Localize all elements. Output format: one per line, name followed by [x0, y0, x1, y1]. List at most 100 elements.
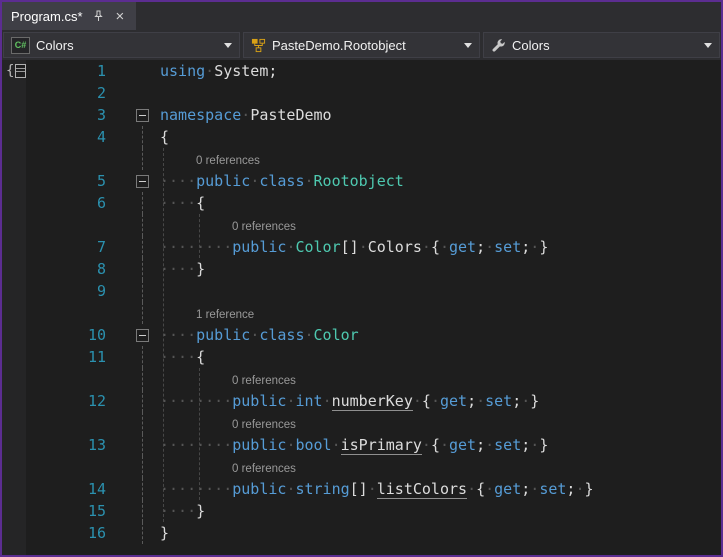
code-token: PasteDemo	[250, 106, 332, 124]
code-token: ·	[304, 172, 314, 190]
csharp-project-icon: C#	[11, 36, 30, 54]
glyph-margin-cell[interactable]	[2, 258, 26, 280]
code-content: 0 references	[154, 368, 721, 390]
code-line[interactable]: 14 ········public·string[]·listColors·{·g…	[2, 478, 721, 500]
glyph-margin-cell[interactable]	[2, 478, 26, 500]
code-token: ·	[530, 480, 540, 498]
code-token: public	[232, 436, 287, 454]
type-dropdown-label: PasteDemo.Rootobject	[272, 37, 406, 53]
codelens-row[interactable]: 0 references	[2, 412, 721, 434]
glyph-margin-cell[interactable]	[2, 104, 26, 126]
project-dropdown[interactable]: C# Colors	[3, 32, 240, 58]
codelens-link[interactable]: 0 references	[232, 419, 296, 431]
codelens-row[interactable]: 0 references	[2, 214, 721, 236]
code-token: ·	[331, 436, 341, 454]
code-line[interactable]: 13 ········public·bool·isPrimary·{·get;·s…	[2, 434, 721, 456]
code-token: public	[196, 172, 251, 190]
member-dropdown[interactable]: Colors	[483, 32, 720, 58]
codelens-link[interactable]: 1 reference	[196, 309, 254, 321]
glyph-margin-cell[interactable]	[2, 126, 26, 148]
line-number: 8	[96, 260, 106, 278]
code-line[interactable]: 15 ····}	[2, 500, 721, 522]
code-line[interactable]: 10 ····public·class·Color	[2, 324, 721, 346]
glyph-margin-cell[interactable]	[2, 324, 26, 346]
code-token: class	[259, 172, 305, 190]
glyph-margin-cell[interactable]	[2, 280, 26, 302]
glyph-margin-cell[interactable]	[2, 148, 26, 170]
fold-collapse-button[interactable]	[136, 328, 149, 342]
close-icon[interactable]: ×	[114, 9, 127, 24]
code-token: ····	[160, 502, 197, 520]
braces-document-icon[interactable]: {	[6, 63, 27, 79]
glyph-margin-cell[interactable]	[2, 390, 26, 412]
code-line[interactable]: 12 ········public·int·numberKey·{·get;·se…	[2, 390, 721, 412]
code-token: []	[349, 480, 368, 498]
line-number: 16	[87, 524, 106, 542]
code-content: ········public·bool·isPrimary·{·get;·set…	[154, 434, 721, 456]
codelens-row[interactable]: 0 references	[2, 368, 721, 390]
glyph-margin-cell[interactable]	[2, 456, 26, 478]
glyph-margin-cell[interactable]	[2, 412, 26, 434]
code-token: ·	[439, 238, 449, 256]
glyph-margin-cell[interactable]	[2, 434, 26, 456]
code-line[interactable]: 7 ········public·Color[]·Colors·{·get;·se…	[2, 236, 721, 258]
chevron-down-icon[interactable]	[224, 42, 232, 48]
visual-studio-window: Program.cs* × C# Colors PasteDemo.Rootob…	[0, 0, 723, 557]
fold-gutter-cell	[110, 126, 154, 148]
codelens-row[interactable]: 0 references	[2, 148, 721, 170]
type-dropdown[interactable]: PasteDemo.Rootobject	[243, 32, 480, 58]
code-content: 0 references	[154, 412, 721, 434]
code-line[interactable]: 1 using·System;	[2, 60, 721, 82]
fold-gutter-cell	[110, 82, 154, 104]
codelens-link[interactable]: 0 references	[232, 375, 296, 387]
code-line[interactable]: 11 ····{	[2, 346, 721, 368]
code-line[interactable]: 8 ····}	[2, 258, 721, 280]
glyph-margin-cell[interactable]	[2, 346, 26, 368]
fold-collapse-button[interactable]	[136, 174, 149, 188]
code-line[interactable]: 5 ····public·class·Rootobject	[2, 170, 721, 192]
chevron-down-icon[interactable]	[704, 42, 712, 48]
code-token: ;	[521, 480, 531, 498]
code-token: }	[539, 238, 549, 256]
code-token: get	[494, 480, 522, 498]
fold-collapse-button[interactable]	[136, 108, 149, 122]
code-token: ·	[367, 480, 377, 498]
code-token: ·	[530, 238, 540, 256]
glyph-margin-cell[interactable]	[2, 368, 26, 390]
code-token: {	[196, 194, 206, 212]
code-content: ····{	[154, 192, 721, 214]
glyph-margin-cell[interactable]	[2, 82, 26, 104]
code-token: ·	[322, 392, 332, 410]
code-line[interactable]: 9	[2, 280, 721, 302]
code-line[interactable]: 16}	[2, 522, 721, 544]
pin-icon[interactable]	[93, 10, 104, 22]
glyph-margin-cell[interactable]	[2, 522, 26, 544]
tab-program-cs[interactable]: Program.cs* ×	[2, 2, 137, 30]
fold-gutter-cell	[110, 302, 154, 324]
glyph-margin-cell[interactable]	[2, 192, 26, 214]
glyph-margin-cell[interactable]	[2, 214, 26, 236]
code-token: {	[430, 436, 440, 454]
code-content: ····{	[154, 346, 721, 368]
code-editor[interactable]: { 1 using·System; 2 3 namespace·PasteDemo 4{ 0…	[2, 60, 721, 555]
code-line[interactable]: 3 namespace·PasteDemo	[2, 104, 721, 126]
codelens-row[interactable]: 1 reference	[2, 302, 721, 324]
glyph-margin-cell[interactable]	[2, 500, 26, 522]
code-line[interactable]: 6 ····{	[2, 192, 721, 214]
codelens-link[interactable]: 0 references	[232, 463, 296, 475]
code-line[interactable]: 2	[2, 82, 721, 104]
code-line[interactable]: 4{	[2, 126, 721, 148]
codelens-link[interactable]: 0 references	[232, 221, 296, 233]
codelens-row[interactable]: 0 references	[2, 456, 721, 478]
chevron-down-icon[interactable]	[464, 42, 472, 48]
codelens-link[interactable]: 0 references	[196, 155, 260, 167]
glyph-margin-cell[interactable]	[2, 170, 26, 192]
line-number	[26, 214, 110, 236]
code-token: ····	[160, 260, 197, 278]
fold-gutter-cell	[110, 346, 154, 368]
line-number: 3	[96, 106, 106, 124]
code-token: listColors	[376, 480, 468, 499]
glyph-margin-cell[interactable]	[2, 302, 26, 324]
glyph-margin-cell[interactable]	[2, 236, 26, 258]
code-content: 0 references	[154, 214, 721, 236]
